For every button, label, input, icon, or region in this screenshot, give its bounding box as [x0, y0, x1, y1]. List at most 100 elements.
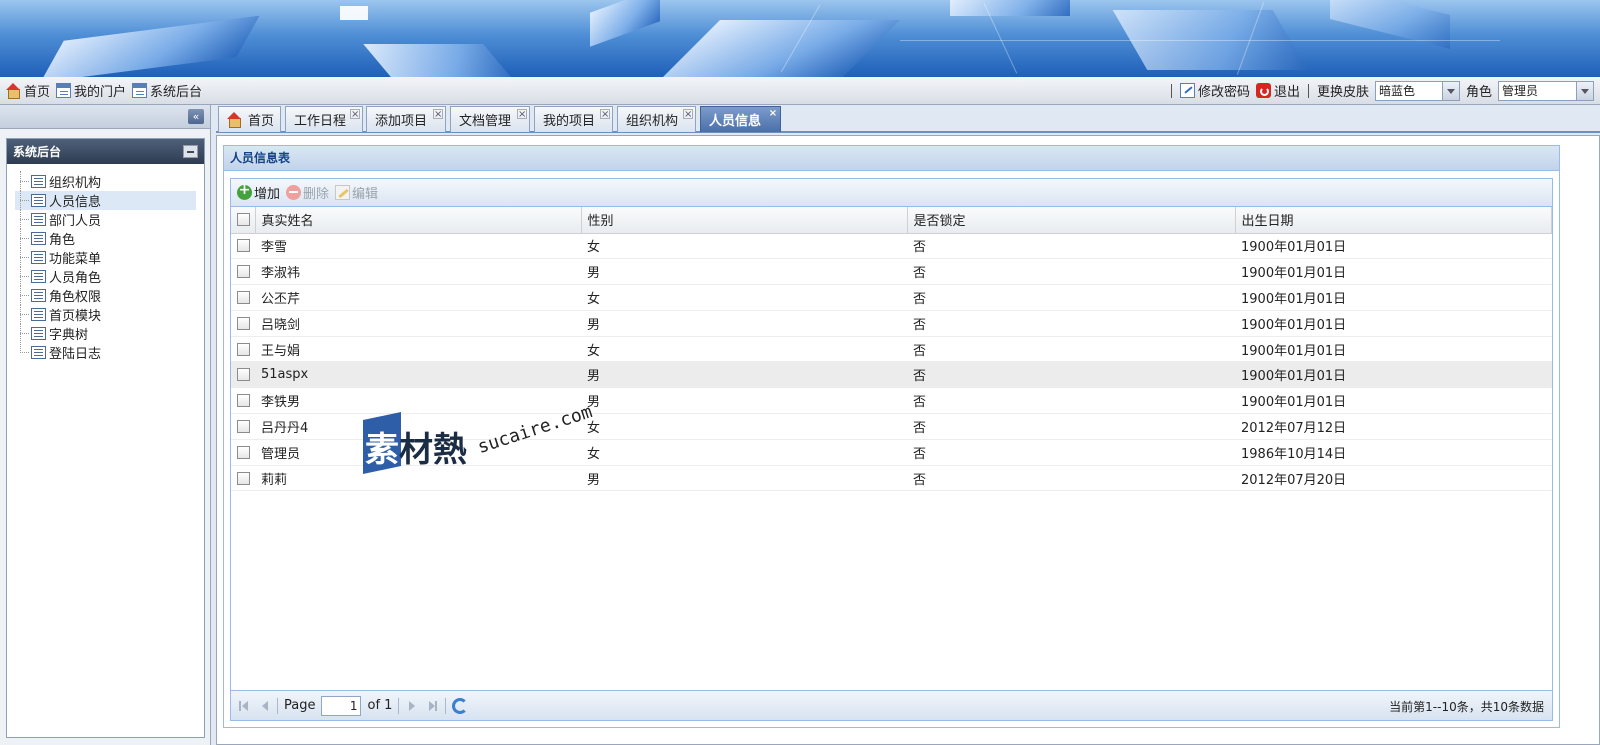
sidebar-item[interactable]: 角色 — [15, 228, 204, 248]
row-checkbox[interactable] — [237, 239, 250, 253]
sidebar-item[interactable]: 人员信息 — [15, 190, 196, 210]
nav-home[interactable]: 首页 — [6, 81, 50, 100]
close-icon[interactable]: × — [600, 109, 610, 120]
column-header-birthdate[interactable]: 出生日期 — [1235, 207, 1552, 234]
top-nav-right: 修改密码 退出 更换皮肤 暗蓝色 角色 管理员 — [1169, 80, 1594, 101]
sidebar-item-label: 人员角色 — [49, 271, 102, 286]
sidebar-item[interactable]: 角色权限 — [15, 285, 204, 305]
system-admin-panel: 系统后台 组织机构 人员信息 部门人员角色 功能菜单人员角色 角色权限 首页模块 字典树 登陆… — [6, 138, 205, 738]
row-checkbox[interactable] — [237, 419, 250, 433]
page-icon — [31, 289, 46, 302]
sidebar-item[interactable]: 组织机构 — [15, 171, 204, 191]
page-icon — [31, 270, 46, 283]
skin-select[interactable]: 暗蓝色 — [1374, 80, 1460, 101]
tab[interactable]: 工作日程 × — [285, 106, 363, 132]
table-row[interactable]: 吕丹丹4 女否 2012年07月12日 — [231, 413, 1552, 440]
row-select-cell — [231, 336, 255, 363]
collapse-left-icon[interactable]: « — [188, 109, 204, 124]
table-row[interactable]: 公丕芹女否 1900年01月01日 — [231, 284, 1552, 311]
tab[interactable]: 文档管理 × — [450, 106, 530, 132]
home-icon — [6, 83, 21, 99]
panel-header: 系统后台 — [7, 139, 204, 164]
cell-locked: 否 — [907, 439, 1235, 466]
page-number-input[interactable]: 1 — [321, 695, 362, 716]
logout-link[interactable]: 退出 — [1255, 81, 1300, 100]
chevron-down-icon[interactable] — [1576, 81, 1593, 100]
row-select-cell — [231, 233, 255, 260]
close-icon[interactable]: × — [517, 109, 527, 120]
table-row[interactable]: 莉莉男否 2012年07月20日 — [231, 465, 1552, 492]
table-header-row: 真实姓名 性别 是否锁定 出生日期 — [231, 207, 1552, 234]
chevron-down-icon[interactable] — [1441, 81, 1459, 100]
sidebar-item[interactable]: 字典树 — [15, 323, 204, 343]
table-row[interactable]: 管理员女否 1986年10月14日 — [231, 439, 1552, 466]
row-checkbox[interactable] — [237, 445, 250, 459]
tab[interactable]: 添加项目 × — [366, 106, 446, 132]
table-row[interactable]: 李淑祎男否 1900年01月01日 — [231, 258, 1552, 286]
edit-label: 编辑 — [352, 187, 379, 202]
nav-my-portal[interactable]: 我的门户 — [56, 81, 126, 100]
column-header-locked[interactable]: 是否锁定 — [907, 207, 1236, 234]
cell-birthdate: 1900年01月01日 — [1235, 258, 1552, 286]
main-content: 人员信息表 增加 删除 编辑 — [216, 135, 1600, 745]
first-page-icon[interactable] — [237, 699, 251, 713]
table-row[interactable]: 李雪女否 1900年01月01日 — [231, 233, 1552, 260]
tab-label: 首页 — [248, 114, 275, 129]
sidebar-item[interactable]: 部门人员 — [15, 209, 204, 229]
cell-birthdate: 1900年01月01日 — [1235, 233, 1552, 260]
table-row[interactable]: 王与娟女否 1900年01月01日 — [231, 336, 1552, 363]
next-page-icon[interactable] — [405, 699, 419, 713]
column-header-name[interactable]: 真实姓名 — [255, 207, 582, 234]
table-row[interactable]: 51aspx 男否 1900年01月01日 — [231, 361, 1552, 389]
sidebar-item[interactable]: 登陆日志 — [15, 342, 204, 362]
sidebar-item[interactable]: 功能菜单 — [15, 247, 204, 267]
top-nav-bar: 首页 我的门户 系统后台 修改密码 退出 更换皮肤 暗蓝色 角色 管理员 — [0, 77, 1600, 105]
tab[interactable]: 首页 — [218, 106, 281, 132]
grid-panel: 人员信息表 增加 删除 编辑 — [223, 145, 1560, 728]
row-checkbox[interactable] — [237, 290, 250, 304]
row-checkbox[interactable] — [237, 394, 250, 408]
row-checkbox[interactable] — [237, 471, 250, 485]
row-checkbox[interactable] — [237, 265, 250, 279]
table-row[interactable]: 吕晓剑男否 1900年01月01日 — [231, 310, 1552, 337]
add-button[interactable]: 增加 — [237, 182, 280, 202]
row-select-cell — [231, 310, 255, 337]
row-checkbox[interactable] — [237, 342, 250, 356]
page-of-label: of 1 — [367, 698, 393, 713]
close-icon[interactable]: × — [433, 109, 443, 120]
sidebar-item[interactable]: 首页模块 — [15, 304, 204, 324]
divider — [277, 697, 278, 714]
cell-name: 李淑祎 — [255, 258, 581, 286]
tab[interactable]: 人员信息 × — [700, 106, 781, 132]
sidebar-item[interactable]: 人员角色 — [15, 266, 204, 286]
select-all-checkbox[interactable] — [237, 213, 250, 227]
close-icon[interactable]: × — [768, 109, 778, 119]
change-password-link[interactable]: 修改密码 — [1179, 81, 1250, 100]
refresh-icon[interactable] — [452, 697, 469, 714]
tab[interactable]: 组织机构 × — [617, 106, 696, 132]
close-icon[interactable]: × — [683, 109, 693, 120]
close-icon[interactable]: × — [350, 109, 360, 120]
row-checkbox[interactable] — [237, 316, 250, 330]
minimize-icon[interactable] — [183, 145, 198, 158]
row-checkbox[interactable] — [237, 368, 250, 382]
prev-page-icon[interactable] — [257, 699, 271, 713]
last-page-icon[interactable] — [425, 699, 439, 713]
cell-gender: 女 — [581, 336, 907, 363]
window-icon — [132, 83, 148, 98]
role-select[interactable]: 管理员 — [1498, 80, 1594, 101]
row-select-cell — [231, 361, 255, 389]
cell-birthdate: 2012年07月20日 — [1235, 465, 1552, 492]
page-icon — [31, 175, 46, 188]
delete-button[interactable]: 删除 — [286, 183, 329, 202]
nav-system-admin[interactable]: 系统后台 — [132, 81, 202, 100]
nav-home-label: 首页 — [24, 85, 51, 100]
column-header-gender[interactable]: 性别 — [581, 207, 908, 234]
header-banner — [0, 0, 1600, 77]
cell-locked: 否 — [907, 413, 1235, 440]
tab[interactable]: 我的项目 × — [534, 106, 613, 132]
page-label: Page — [284, 698, 316, 713]
table-row[interactable]: 李铁男男否 1900年01月01日 — [231, 387, 1552, 415]
sidebar-item-label: 角色 — [49, 233, 76, 248]
edit-button[interactable]: 编辑 — [335, 183, 378, 202]
